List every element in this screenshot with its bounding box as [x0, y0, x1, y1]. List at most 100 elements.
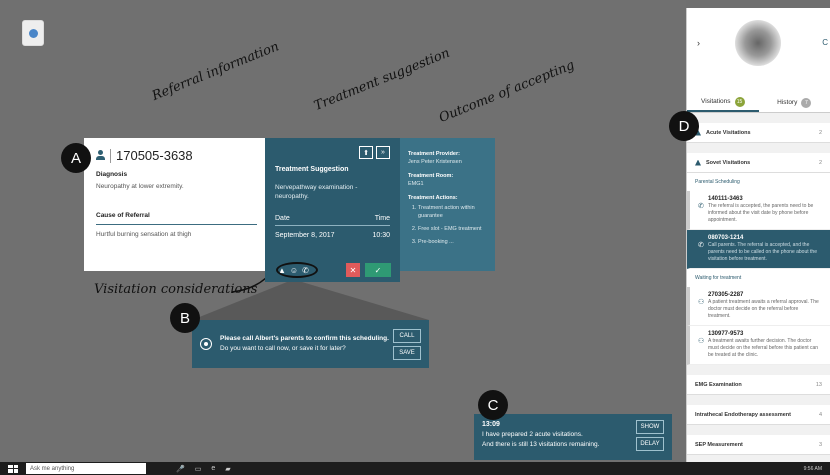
reject-button[interactable]: ✕ — [346, 263, 360, 277]
refresh-icon[interactable]: C — [822, 38, 828, 47]
section-sovet[interactable]: Sovet Visitations 2 — [687, 153, 830, 173]
outcome-card: Treatment Provider: Jens Peter Kristense… — [400, 138, 495, 271]
subheading: Waiting for treatment — [687, 269, 830, 287]
section-count: 13 — [815, 381, 822, 388]
visitations-panel: › C Visitations 15 History 7 Acute Visit… — [686, 8, 830, 462]
count-badge: 7 — [801, 97, 812, 108]
delay-button[interactable]: DELAY — [636, 437, 664, 451]
section-label: EMG Examination — [695, 381, 742, 388]
phone-icon: ✆ — [698, 242, 704, 249]
item-text: Call parents. The referral is accepted, … — [708, 242, 817, 262]
tab-visitations[interactable]: Visitations 15 — [687, 93, 759, 112]
tab-history[interactable]: History 7 — [759, 93, 830, 112]
accept-button[interactable]: ✓ — [365, 263, 391, 277]
recycle-bin-icon[interactable] — [22, 20, 44, 46]
avatar — [735, 20, 781, 66]
notification-time: 13:09 — [482, 421, 500, 428]
marker-d: D — [669, 111, 699, 141]
section-label: SEP Measurement — [695, 441, 743, 448]
notification-icon — [200, 338, 212, 350]
actions-label: Treatment Actions: — [408, 195, 458, 201]
tab-label: History — [777, 99, 798, 106]
clock[interactable]: 9:56 AM — [804, 466, 822, 472]
action-item: Free slot - EMG treatment — [418, 225, 487, 233]
person-icon — [96, 150, 105, 161]
pin-button[interactable]: ⬆ — [359, 146, 373, 159]
tab-label: Visitations — [700, 98, 731, 105]
cause-divider — [96, 224, 257, 225]
item-text: A patient treatment awaits a referral ap… — [708, 299, 819, 319]
list-item[interactable]: ✆ 080703-1214 Call parents. The referral… — [687, 230, 830, 269]
date-label: Date — [275, 215, 290, 222]
treatment-card: ⬆ » Treatment Suggestion Nervepathway ex… — [265, 138, 400, 282]
annotation-referral: Referral information — [150, 39, 282, 104]
time-label: Time — [374, 215, 390, 222]
section-acute[interactable]: Acute Visitations 2 — [687, 123, 830, 143]
marker-c: C — [478, 390, 508, 420]
people-icon: ⚇ — [698, 338, 705, 345]
visitation-notification: 13:09 I have prepared 2 acute visitation… — [474, 414, 672, 460]
call-button[interactable]: CALL — [393, 328, 421, 343]
save-button[interactable]: SAVE — [393, 345, 421, 360]
action-item: Pre-booking ... — [418, 238, 487, 246]
section-label: Intrathecal Endotherapy assessment — [695, 411, 791, 418]
task-view-icon[interactable]: ▭ — [195, 465, 202, 473]
chevron-right-icon[interactable]: › — [697, 38, 700, 48]
room-value: EMG1 — [408, 181, 424, 187]
next-button[interactable]: » — [376, 146, 390, 159]
browser-icon[interactable]: e — [211, 465, 215, 473]
separator — [110, 148, 111, 163]
diagnosis-value: Neuropathy at lower extremity. — [96, 183, 184, 190]
call-notification: Please call Albert's parents to confirm … — [192, 320, 429, 368]
notification-line2: And there is still 13 visitations remain… — [482, 441, 600, 448]
section-sep[interactable]: SEP Measurement 3 — [687, 435, 830, 455]
windows-start-icon[interactable] — [8, 464, 18, 473]
diagnosis-label: Diagnosis — [96, 171, 128, 178]
annotation-outcome: Outcome of accepting — [437, 57, 577, 126]
list-item[interactable]: ⚇ 130977-9573 A treatment awaits further… — [687, 326, 830, 365]
section-count: 2 — [818, 159, 822, 166]
provider-value: Jens Peter Kristensen — [408, 159, 462, 165]
list-item[interactable]: ⚇ 270305-2287 A patient treatment awaits… — [687, 287, 830, 326]
search-input[interactable]: Ask me anything — [26, 463, 146, 474]
treatment-text: Nervepathway examination - neuropathy. — [275, 184, 358, 200]
referral-card: 170505-3638 Diagnosis Neuropathy at lowe… — [84, 138, 269, 271]
referral-id-row: 170505-3638 — [96, 148, 257, 163]
section-intrathecal[interactable]: Intrathecal Endotherapy assessment 4 — [687, 405, 830, 425]
treatment-title: Treatment Suggestion — [275, 166, 349, 173]
marker-a: A — [61, 143, 91, 173]
count-badge: 15 — [734, 96, 745, 107]
callout-funnel — [192, 282, 429, 320]
folder-icon[interactable]: ▰ — [225, 465, 230, 473]
section-label: Acute Visitations — [706, 129, 751, 136]
annotation-treatment: Treatment suggestion — [312, 45, 453, 114]
warning-icon — [695, 159, 701, 166]
section-emg[interactable]: EMG Examination 13 — [687, 375, 830, 395]
list-item[interactable]: ✆ 140111-3463 The referral is accepted, … — [687, 191, 830, 230]
subheading: Parental Scheduling — [687, 173, 830, 191]
mic-icon[interactable]: 🎤 — [176, 465, 185, 473]
notification-text: Do you want to call now, or save it for … — [220, 345, 346, 352]
cause-value: Hurtful burning sensation at thigh — [96, 231, 192, 238]
provider-label: Treatment Provider: — [408, 151, 460, 157]
action-item: Treatment action within guarantee — [418, 204, 487, 220]
section-label: Sovet Visitations — [706, 159, 751, 166]
phone-icon: ✆ — [698, 203, 704, 210]
section-count: 4 — [818, 411, 822, 418]
section-count: 3 — [818, 441, 822, 448]
notification-title: Please call Albert's parents to confirm … — [220, 335, 389, 342]
marker-b: B — [170, 303, 200, 333]
section-count: 2 — [818, 129, 822, 136]
time-value: 10:30 — [372, 232, 390, 239]
item-text: The referral is accepted, the parents ne… — [708, 203, 814, 223]
taskbar: Ask me anything 🎤 ▭ e ▰ 9:56 AM — [0, 462, 830, 475]
item-id: 270305-2287 — [708, 292, 744, 298]
room-label: Treatment Room: — [408, 173, 454, 179]
item-id: 130977-9573 — [708, 331, 744, 337]
item-text: A treatment awaits further decision. The… — [708, 338, 819, 358]
show-button[interactable]: SHOW — [636, 420, 664, 434]
highlight-oval — [276, 262, 318, 278]
cause-label: Cause of Referral — [96, 212, 150, 219]
people-icon: ⚇ — [698, 299, 705, 306]
date-value: September 8, 2017 — [275, 232, 335, 239]
